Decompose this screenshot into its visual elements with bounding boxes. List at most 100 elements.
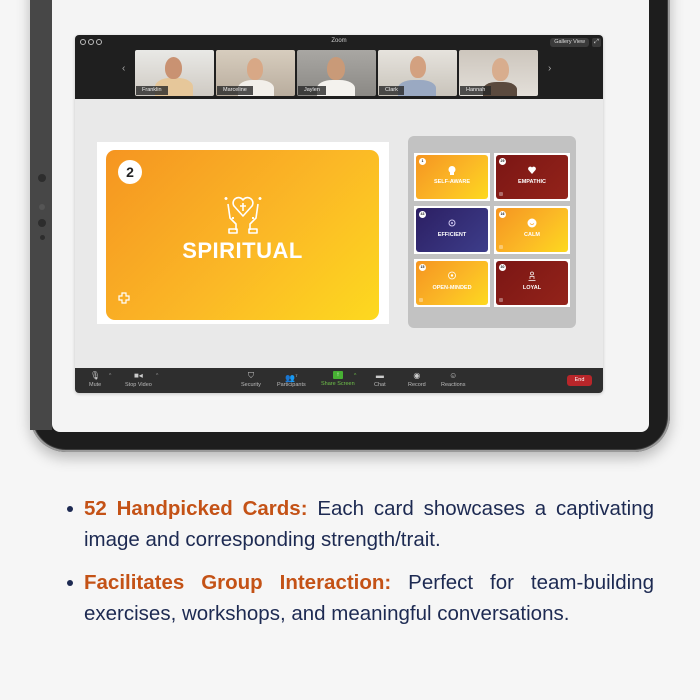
participant-name: Franklin bbox=[136, 86, 168, 95]
open-mind-icon bbox=[448, 271, 456, 280]
share-screen-button[interactable]: ↑ Share Screen bbox=[321, 371, 355, 387]
chevron-right-icon[interactable]: › bbox=[548, 63, 551, 74]
people-icon bbox=[528, 271, 536, 281]
card-self-aware: 1 SELF-AWARE bbox=[416, 155, 488, 199]
participants-label: Participants bbox=[277, 382, 306, 388]
card-loyal: 30 LOYAL bbox=[496, 261, 568, 305]
mute-options-caret-icon[interactable]: ^ bbox=[109, 373, 111, 379]
chevron-left-icon[interactable]: ‹ bbox=[122, 63, 125, 74]
chat-button[interactable]: ▬ Chat bbox=[374, 371, 386, 388]
share-options-caret-icon[interactable]: ^ bbox=[354, 373, 356, 379]
brain-head-icon bbox=[448, 166, 456, 175]
card-number: 30 bbox=[499, 264, 506, 271]
record-label: Record bbox=[408, 382, 426, 388]
plus-cross-icon bbox=[499, 298, 503, 302]
card-empathic: 29 EMPATHIC bbox=[496, 155, 568, 199]
heart-icon bbox=[528, 166, 536, 174]
video-tile[interactable]: Jaylen bbox=[297, 50, 376, 96]
meeting-toolbar: 🎙 Mute ^ ■◂ Stop Video ^ ⛉ Security 👥7 P… bbox=[75, 368, 603, 393]
card-title: SPIRITUAL bbox=[182, 238, 303, 263]
feature-title: 52 Handpicked Cards: bbox=[84, 497, 308, 520]
participant-face bbox=[327, 57, 345, 80]
video-tile[interactable]: Clark bbox=[378, 50, 457, 96]
card-label: EFFICIENT bbox=[437, 232, 467, 238]
light-sensor bbox=[39, 235, 45, 240]
feature-title: Facilitates Group Interaction: bbox=[84, 571, 392, 594]
card-thumbnail[interactable]: 43 EFFICIENT bbox=[414, 206, 490, 254]
card-thumbnail[interactable]: 30 LOYAL bbox=[494, 259, 570, 307]
record-button[interactable]: ◉ Record bbox=[408, 371, 426, 388]
card-number: 15 bbox=[419, 264, 426, 271]
card-number: 43 bbox=[419, 211, 426, 218]
plus-cross-icon bbox=[499, 192, 503, 196]
reactions-button[interactable]: ☺ Reactions bbox=[441, 371, 465, 388]
card-grid-panel: 1 SELF-AWARE 29 EMPATHIC 43 EFFICIENT 16 bbox=[408, 136, 576, 328]
participants-icon: 👥7 bbox=[285, 373, 298, 383]
plus-cross-icon bbox=[419, 298, 423, 302]
fullscreen-icon[interactable]: ⤢ bbox=[592, 38, 601, 47]
card-label: SELF-AWARE bbox=[433, 179, 471, 185]
card-thumbnail[interactable]: 16 CALM bbox=[494, 206, 570, 254]
end-meeting-button[interactable]: End bbox=[567, 375, 592, 386]
stop-video-button[interactable]: ■◂ Stop Video bbox=[125, 371, 152, 388]
card-efficient: 43 EFFICIENT bbox=[416, 208, 488, 252]
card-number: 1 bbox=[419, 158, 426, 165]
plus-cross-icon bbox=[499, 245, 503, 249]
participant-name: Jaylen bbox=[298, 86, 326, 95]
reactions-label: Reactions bbox=[441, 382, 466, 388]
chat-bubble-icon: ▬ bbox=[375, 371, 384, 380]
card-open-minded: 15 OPEN-MINDED bbox=[416, 261, 488, 305]
participant-face bbox=[410, 56, 426, 78]
video-camera-icon: ■◂ bbox=[133, 371, 143, 380]
card-number: 29 bbox=[499, 158, 506, 165]
feature-bullet: Facilitates Group Interaction: Perfect f… bbox=[64, 567, 654, 629]
card-label: CALM bbox=[524, 232, 540, 238]
participant-face bbox=[165, 57, 182, 79]
video-tile[interactable]: Marceline bbox=[216, 50, 295, 96]
video-options-caret-icon[interactable]: ^ bbox=[156, 373, 158, 379]
card-thumbnail[interactable]: 15 OPEN-MINDED bbox=[414, 259, 490, 307]
feature-bullet: 52 Handpicked Cards: Each card showcases… bbox=[64, 493, 654, 555]
record-icon: ◉ bbox=[413, 371, 421, 380]
heart-cross-hands-icon bbox=[224, 196, 262, 234]
card-number: 16 bbox=[499, 211, 506, 218]
plus-cross-icon bbox=[118, 292, 130, 304]
camera-lens bbox=[39, 204, 45, 210]
window-title: Zoom bbox=[331, 38, 347, 44]
zoom-window: Zoom Gallery View ⤢ ‹ › Franklin Marceli… bbox=[75, 35, 603, 393]
card-number-badge: 2 bbox=[118, 160, 142, 184]
card-thumbnail[interactable]: 29 EMPATHIC bbox=[494, 153, 570, 201]
participant-name: Marceline bbox=[217, 86, 253, 95]
participants-count: 7 bbox=[295, 373, 298, 378]
feature-list: 52 Handpicked Cards: Each card showcases… bbox=[64, 493, 654, 641]
participant-face bbox=[492, 58, 509, 81]
participant-face bbox=[247, 58, 263, 80]
bullet-dot bbox=[67, 580, 73, 586]
participant-name: Hannah bbox=[460, 86, 492, 95]
tablet-camera-strip bbox=[30, 0, 52, 430]
shared-card[interactable]: 2 SPIRITUAL bbox=[106, 150, 379, 320]
card-thumbnail[interactable]: 1 SELF-AWARE bbox=[414, 153, 490, 201]
microphone-icon: 🎙 bbox=[90, 371, 101, 380]
card-label: EMPATHIC bbox=[518, 179, 546, 185]
shield-icon: ⛉ bbox=[247, 371, 254, 380]
participant-name: Clark bbox=[379, 86, 404, 95]
security-button[interactable]: ⛉ Security bbox=[241, 371, 261, 388]
share-screen-icon: ↑ bbox=[332, 371, 343, 379]
video-tile[interactable]: Franklin bbox=[135, 50, 214, 96]
camera-sensor bbox=[38, 219, 46, 227]
card-label: OPEN-MINDED bbox=[432, 285, 472, 291]
title-bar: Zoom Gallery View ⤢ ‹ › Franklin Marceli… bbox=[75, 35, 603, 99]
reactions-emoji-icon: ☺ bbox=[449, 371, 458, 380]
gears-icon bbox=[448, 219, 456, 227]
camera-sensor bbox=[38, 174, 46, 182]
stop-video-label: Stop Video bbox=[125, 382, 152, 388]
card-calm: 16 CALM bbox=[496, 208, 568, 252]
gallery-view-button[interactable]: Gallery View bbox=[550, 38, 589, 47]
share-screen-label: Share Screen bbox=[321, 381, 355, 387]
mute-button[interactable]: 🎙 Mute bbox=[89, 371, 101, 388]
card-label: LOYAL bbox=[522, 285, 542, 291]
participants-button[interactable]: 👥7 Participants bbox=[277, 371, 306, 388]
video-tile[interactable]: Hannah bbox=[459, 50, 538, 96]
security-label: Security bbox=[241, 382, 261, 388]
